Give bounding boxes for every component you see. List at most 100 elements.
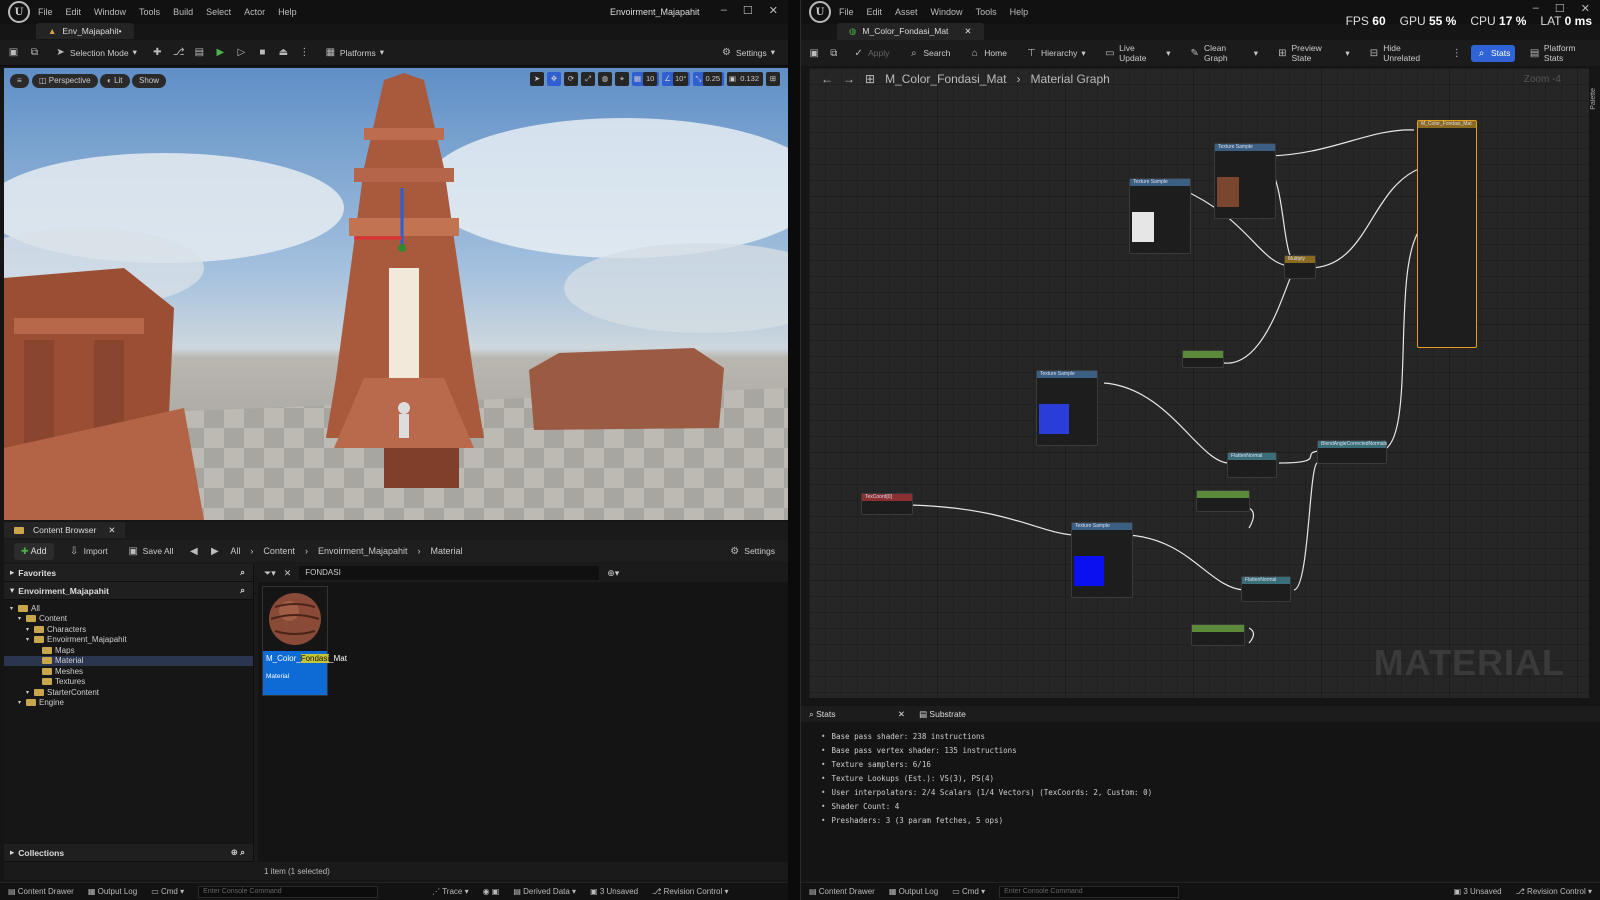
clean-graph-button[interactable]: ✎ Clean Graph ▾: [1184, 40, 1263, 66]
save-all-button[interactable]: ▣ Save All: [123, 543, 179, 560]
texture-sample-node[interactable]: Texture Sample: [1214, 143, 1276, 219]
tree-item[interactable]: Maps: [4, 645, 253, 656]
menu-build[interactable]: Build: [173, 7, 193, 17]
more-icon[interactable]: ⋮: [299, 47, 310, 58]
material-graph[interactable]: ← → ⊞ M_Color_Fondasi_Mat › Material Grap…: [809, 68, 1589, 698]
content-drawer-button[interactable]: ▤ Content Drawer: [809, 887, 875, 896]
filter-icon[interactable]: ⏷▾: [264, 568, 276, 579]
unsaved-button[interactable]: ▣ 3 Unsaved: [1454, 887, 1502, 896]
step-icon[interactable]: ▷: [236, 47, 247, 58]
more-icon[interactable]: ⋮: [1451, 48, 1462, 59]
parameter-node[interactable]: [1196, 490, 1250, 512]
camera-speed-button[interactable]: ▣ 0.132: [727, 72, 763, 86]
close-icon[interactable]: ✕: [964, 26, 971, 37]
expand-arrow-icon[interactable]: ▾: [26, 689, 34, 696]
menu-asset[interactable]: Asset: [895, 7, 918, 17]
show-button[interactable]: Show: [132, 74, 167, 88]
tree-item[interactable]: Meshes: [4, 666, 253, 677]
content-drawer-button[interactable]: ▤ Content Drawer: [8, 887, 74, 896]
layout-icon[interactable]: ⊞: [766, 72, 780, 86]
apply-button[interactable]: ✓ Apply: [848, 45, 894, 62]
rotate-tool-icon[interactable]: ⟳: [564, 72, 579, 86]
search-icon[interactable]: ⌕: [240, 567, 245, 578]
palette-sidebar[interactable]: Palette: [1590, 68, 1600, 708]
blend-angle-node[interactable]: BlendAngleCorrectedNormals: [1317, 440, 1387, 464]
collections-header[interactable]: ▸ Collections ⊕ ⌕: [4, 844, 253, 862]
platforms-button[interactable]: ▦ Platforms ▾: [320, 44, 389, 61]
tree-item[interactable]: ▾ Content: [4, 614, 253, 625]
favorites-header[interactable]: ▸ Favorites ⌕: [4, 564, 253, 582]
save-icon[interactable]: ▣: [8, 47, 19, 58]
tab-material[interactable]: ◍ M_Color_Fondasi_Mat ✕: [837, 22, 984, 40]
cb-settings-button[interactable]: ⚙ Settings: [724, 543, 780, 560]
search-button[interactable]: ⌕ Search: [903, 45, 955, 62]
multiply-node[interactable]: Multiply: [1284, 255, 1316, 279]
revision-control-button[interactable]: ⎇ Revision Control ▾: [652, 887, 728, 896]
revision-control-button[interactable]: ⎇ Revision Control ▾: [1516, 887, 1592, 896]
menu-window[interactable]: Window: [94, 7, 126, 17]
asset-tile[interactable]: M_Color_Fondasi_Mat Material: [262, 586, 347, 696]
preview-state-button[interactable]: ⊞ Preview State ▾: [1272, 40, 1355, 66]
menu-edit[interactable]: Edit: [867, 7, 883, 17]
record-icon[interactable]: ◉ ▣: [483, 887, 500, 896]
select-tool-icon[interactable]: ➤: [530, 72, 545, 86]
menu-tools[interactable]: Tools: [976, 7, 997, 17]
menu-help[interactable]: Help: [1010, 7, 1029, 17]
browse-icon[interactable]: ⧉: [829, 48, 840, 59]
tab-content-browser[interactable]: Content Browser ✕: [4, 522, 126, 538]
cmd-button[interactable]: ▭ Cmd ▾: [952, 887, 985, 896]
stop-icon[interactable]: ■: [257, 47, 268, 58]
menu-file[interactable]: File: [839, 7, 854, 17]
tree-item[interactable]: ▾ Characters: [4, 624, 253, 635]
output-log-button[interactable]: ▦ Output Log: [889, 887, 938, 896]
eject-icon[interactable]: ⏏: [278, 47, 289, 58]
level-viewport[interactable]: ≡ ◫ Perspective ◐ Lit Show ➤ ✥ ⟳ ⤢ ◍ ⌖ ▦…: [4, 68, 788, 520]
search-input[interactable]: FONDASI: [299, 566, 600, 580]
tab-level[interactable]: ▲ Env_Majapahit•: [36, 23, 134, 39]
output-log-button[interactable]: ▦ Output Log: [88, 887, 137, 896]
add-button[interactable]: ✚ Add: [14, 542, 54, 560]
material-output-node[interactable]: M_Color_Fondasi_Mat: [1417, 120, 1477, 348]
settings-button[interactable]: ⚙ Settings ▾: [716, 44, 780, 61]
add-collection-icon[interactable]: ⊕ ⌕: [231, 847, 245, 858]
content-icon[interactable]: ⧉: [29, 47, 40, 58]
search-icon[interactable]: ⌕: [240, 585, 245, 596]
selection-mode-button[interactable]: ➤ Selection Mode ▾: [50, 44, 142, 61]
trace-button[interactable]: ⋰ Trace ▾: [432, 887, 468, 896]
console-input[interactable]: Enter Console Command: [999, 885, 1180, 898]
menu-file[interactable]: File: [38, 7, 53, 17]
add-filter-icon[interactable]: ⊕▾: [607, 568, 619, 579]
hierarchy-button[interactable]: ⊤ Hierarchy ▾: [1021, 45, 1091, 62]
expand-arrow-icon[interactable]: ▾: [26, 626, 34, 633]
live-update-button[interactable]: ▭ Live Update ▾: [1100, 40, 1176, 66]
stats-button[interactable]: ⌕ Stats: [1471, 44, 1516, 62]
menu-tools[interactable]: Tools: [139, 7, 160, 17]
lit-button[interactable]: ◐ Lit: [100, 74, 130, 88]
rotation-snap-button[interactable]: ∠ 10°: [662, 72, 691, 86]
texture-sample-node[interactable]: Texture Sample: [1129, 178, 1191, 254]
play-icon[interactable]: ▶: [215, 47, 226, 58]
breadcrumb-envoirment[interactable]: Envoirment_Majapahit: [318, 546, 408, 556]
menu-actor[interactable]: Actor: [244, 7, 265, 17]
scale-snap-button[interactable]: ⤡ 0.25: [693, 72, 725, 86]
expand-arrow-icon[interactable]: ▾: [18, 699, 26, 706]
scalar-node[interactable]: [1182, 350, 1224, 368]
breadcrumb-all[interactable]: All: [230, 546, 240, 556]
unreal-logo-icon[interactable]: U: [8, 1, 30, 23]
expand-arrow-icon[interactable]: ▾: [18, 615, 26, 622]
texcoord-node[interactable]: TexCoord[0]: [861, 493, 913, 515]
tree-item[interactable]: Material: [4, 655, 253, 666]
expand-arrow-icon[interactable]: ▾: [26, 636, 34, 643]
platform-stats-button[interactable]: ▤ Platform Stats: [1524, 40, 1600, 66]
add-actor-icon[interactable]: ✚: [152, 47, 163, 58]
tree-item[interactable]: ▾ Engine: [4, 698, 253, 709]
tree-item[interactable]: Textures: [4, 677, 253, 688]
close-icon[interactable]: ✕: [769, 4, 778, 17]
clear-search-icon[interactable]: ✕: [284, 568, 292, 579]
minimize-icon[interactable]: –: [721, 4, 727, 17]
close-icon[interactable]: ✕: [108, 525, 115, 536]
move-tool-icon[interactable]: ✥: [547, 72, 562, 86]
tab-stats[interactable]: ⌕ Stats ✕: [809, 709, 905, 720]
menu-help[interactable]: Help: [278, 7, 297, 17]
unreal-logo-icon[interactable]: U: [809, 1, 831, 23]
